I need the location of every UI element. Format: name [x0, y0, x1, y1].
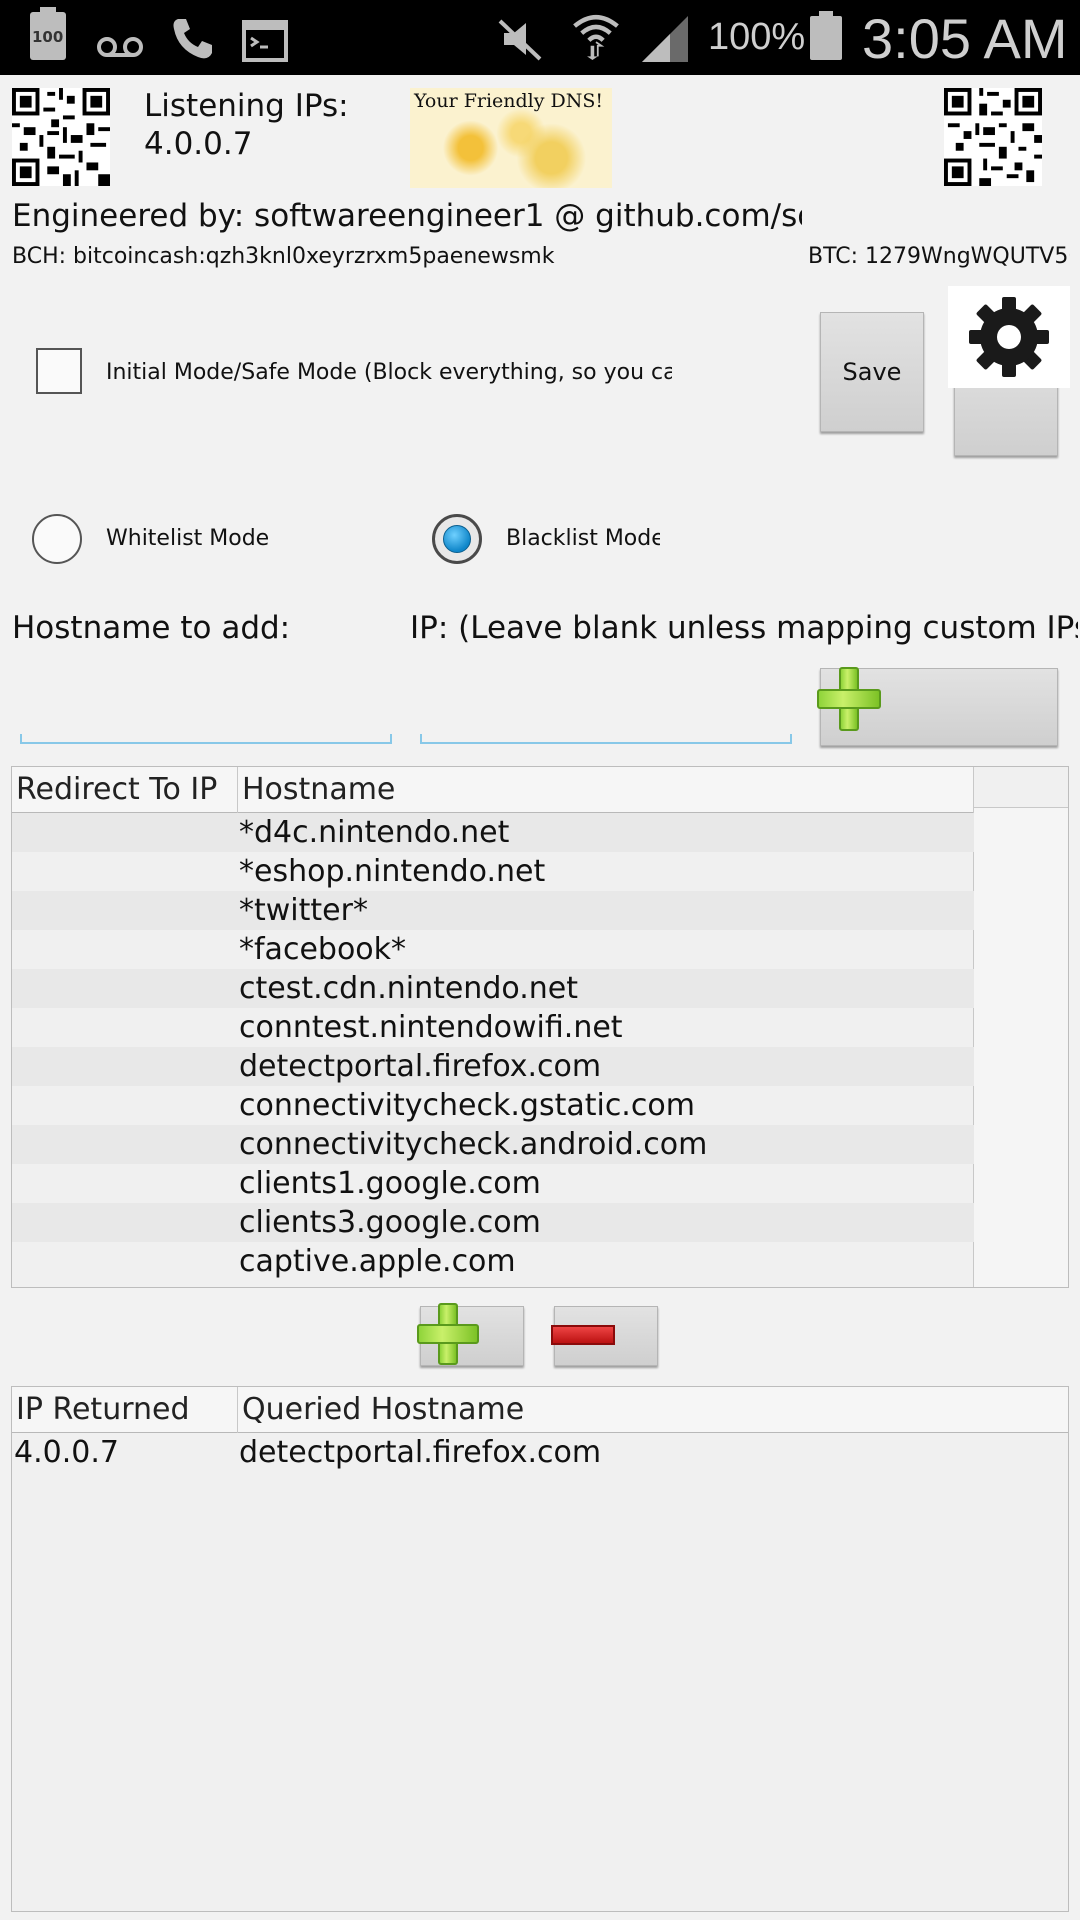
- hostname-cell: *d4c.nintendo.net: [239, 815, 510, 850]
- hosts-table-scroll-area[interactable]: [973, 767, 1068, 1287]
- hostname-cell: connectivitycheck.android.com: [239, 1127, 708, 1162]
- column-header-redirect-ip[interactable]: Redirect To IP: [12, 767, 237, 813]
- plus-icon: [417, 1303, 479, 1365]
- add-host-button[interactable]: [817, 667, 1058, 746]
- mute-icon: [498, 19, 542, 61]
- table-row[interactable]: *d4c.nintendo.net: [12, 813, 974, 852]
- battery-percent: 100%: [708, 16, 806, 58]
- hostname-cell: detectportal.firefox.com: [239, 1049, 602, 1084]
- engineered-by-text: Engineered by: softwareengineer1 @ githu…: [12, 198, 802, 234]
- status-bar: 100 100% 3:05 AM: [0, 0, 1080, 75]
- banner-text: Your Friendly DNS!: [414, 90, 604, 112]
- column-header-ip-returned[interactable]: IP Returned: [12, 1387, 237, 1433]
- hostname-cell: conntest.nintendowifi.net: [239, 1010, 623, 1045]
- qr-code-right: [944, 88, 1042, 186]
- blacklist-mode-label: Blacklist Mode: [506, 526, 660, 551]
- table-row[interactable]: captive.apple.com: [12, 1242, 974, 1281]
- query-log-table[interactable]: IP Returned Queried Hostname 4.0.0.7 dete…: [11, 1386, 1069, 1912]
- table-row[interactable]: conntest.nintendowifi.net: [12, 1008, 974, 1047]
- safe-mode-checkbox[interactable]: [36, 348, 82, 394]
- minus-icon: [551, 1325, 615, 1345]
- table-row[interactable]: connectivitycheck.android.com: [12, 1125, 974, 1164]
- listening-ip-value: 4.0.0.7: [144, 126, 253, 162]
- banner-image: Your Friendly DNS!: [410, 88, 612, 188]
- voicemail-icon: [97, 37, 143, 57]
- whitelist-mode-label: Whitelist Mode: [106, 526, 270, 551]
- battery-icon: 100: [30, 7, 66, 60]
- table-row[interactable]: clients1.google.com: [12, 1164, 974, 1203]
- gear-icon: [969, 297, 1049, 377]
- hosts-table[interactable]: Redirect To IP Hostname *d4c.nintendo.ne…: [11, 766, 1069, 1288]
- queried-hostname-cell: detectportal.firefox.com: [239, 1435, 602, 1470]
- hostname-label: Hostname to add:: [12, 610, 291, 646]
- ip-input[interactable]: [420, 734, 792, 744]
- table-row[interactable]: connectivitycheck.gstatic.com: [12, 1086, 974, 1125]
- plus-icon: [817, 667, 881, 731]
- battery-badge: 100: [32, 28, 64, 46]
- hosts-table-header: Redirect To IP Hostname: [12, 767, 974, 813]
- blacklist-mode-radio[interactable]: [432, 514, 482, 564]
- hostname-cell: *eshop.nintendo.net: [239, 854, 546, 889]
- hostname-cell: clients3.google.com: [239, 1205, 541, 1240]
- hostname-cell: captive.apple.com: [239, 1244, 516, 1279]
- terminal-icon: [242, 20, 288, 62]
- save-button[interactable]: Save: [820, 312, 924, 432]
- table-row[interactable]: clients3.google.com: [12, 1203, 974, 1242]
- clock: 3:05 AM: [862, 7, 1068, 70]
- settings-icon-box[interactable]: [948, 286, 1070, 388]
- table-row[interactable]: *eshop.nintendo.net: [12, 852, 974, 891]
- table-row[interactable]: 4.0.0.7 detectportal.firefox.com: [12, 1433, 1068, 1472]
- hostname-cell: connectivitycheck.gstatic.com: [239, 1088, 695, 1123]
- qr-code-left: [12, 88, 110, 186]
- column-header-queried-hostname[interactable]: Queried Hostname: [237, 1387, 1068, 1433]
- safe-mode-label: Initial Mode/Safe Mode (Block everything…: [106, 360, 672, 385]
- listening-ips-label: Listening IPs:: [144, 88, 349, 124]
- battery-level-icon: [810, 11, 842, 60]
- bch-address: BCH: bitcoincash:qzh3knl0xeyrzrxm5paenew…: [12, 244, 555, 269]
- signal-icon: [642, 16, 688, 62]
- hostname-cell: clients1.google.com: [239, 1166, 541, 1201]
- table-row[interactable]: ctest.cdn.nintendo.net: [12, 969, 974, 1008]
- table-row[interactable]: *twitter*: [12, 891, 974, 930]
- hostname-cell: *facebook*: [239, 932, 407, 967]
- phone-icon: [173, 19, 212, 59]
- whitelist-mode-radio[interactable]: [32, 514, 82, 564]
- add-row-button[interactable]: [417, 1303, 524, 1366]
- table-row[interactable]: *facebook*: [12, 930, 974, 969]
- btc-address: BTC: 1279WngWQUTV56: [808, 244, 1070, 269]
- wifi-icon: [573, 14, 619, 60]
- ip-label: IP: (Leave blank unless mapping custom I…: [410, 610, 1078, 646]
- hostname-input[interactable]: [20, 734, 392, 744]
- hostname-cell: *twitter*: [239, 893, 368, 928]
- ip-returned-cell: 4.0.0.7: [14, 1435, 119, 1470]
- remove-row-button[interactable]: [551, 1306, 658, 1366]
- table-row[interactable]: detectportal.firefox.com: [12, 1047, 974, 1086]
- hostname-cell: ctest.cdn.nintendo.net: [239, 971, 578, 1006]
- query-table-header: IP Returned Queried Hostname: [12, 1387, 1068, 1433]
- column-header-hostname[interactable]: Hostname: [237, 767, 974, 813]
